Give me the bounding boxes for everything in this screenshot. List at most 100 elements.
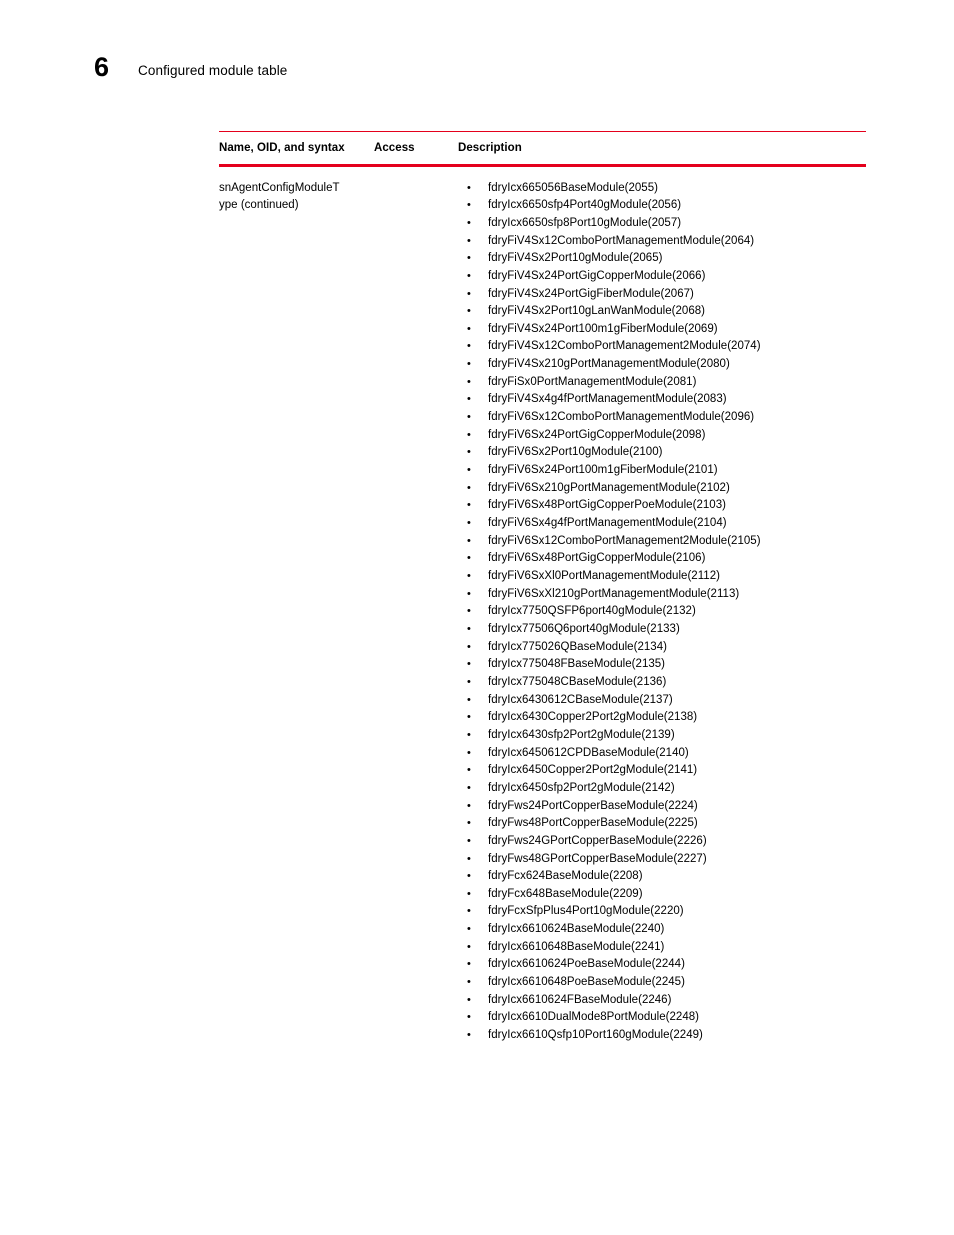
bullet-icon: •: [467, 1011, 471, 1024]
module-enum-label: fdryFws48PortCopperBaseModule(2225): [488, 817, 698, 830]
bullet-icon: •: [467, 622, 471, 635]
list-item: • fdryFiV6SxXl210gPortManagementModule(21…: [458, 586, 866, 604]
bullet-icon: •: [467, 464, 471, 477]
bullet-icon: •: [467, 499, 471, 512]
module-enum-label: fdryIcx6450sfp2Port2gModule(2142): [488, 781, 675, 794]
module-enum-label: fdryFiV6Sx12ComboPortManagement2Module(2…: [488, 534, 761, 547]
module-enum-label: fdryIcx775048FBaseModule(2135): [488, 658, 666, 671]
list-item: • fdryIcx6650sfp8Port10gModule(2057): [458, 215, 866, 233]
list-item: • fdryIcx6610624PoeBaseModule(2244): [458, 956, 866, 974]
list-item: • fdryFiV6Sx4g4fPortManagementModule(2104…: [458, 515, 866, 533]
list-item: • fdryIcx6430612CBaseModule(2137): [458, 692, 866, 710]
module-enum-label: fdryFcx624BaseModule(2208): [488, 870, 643, 883]
page-running-header: 6 Configured module table: [0, 52, 954, 92]
module-enum-label: fdryIcx6610648BaseModule(2241): [488, 940, 665, 953]
bullet-icon: •: [467, 781, 471, 794]
bullet-icon: •: [467, 481, 471, 494]
list-item: • fdryFiV4Sx210gPortManagementModule(2080…: [458, 356, 866, 374]
module-enum-label: fdryFiV4Sx24PortGigCopperModule(2066): [488, 269, 706, 282]
bullet-icon: •: [467, 570, 471, 583]
module-enum-label: fdryFiV6Sx2Port10gModule(2100): [488, 446, 663, 459]
module-enum-label: fdryFiV4Sx210gPortManagementModule(2080): [488, 358, 730, 371]
bullet-icon: •: [467, 870, 471, 883]
list-item: • fdryFcx648BaseModule(2209): [458, 886, 866, 904]
list-item: • fdryIcx6610648BaseModule(2241): [458, 939, 866, 957]
bullet-icon: •: [467, 322, 471, 335]
module-enum-label: fdryIcx6450Copper2Port2gModule(2141): [488, 764, 698, 777]
module-enum-label: fdryFiV4Sx12ComboPortManagementModule(20…: [488, 234, 755, 247]
bullet-icon: •: [467, 1029, 471, 1042]
list-item: • fdryIcx6610DualMode8PortModule(2248): [458, 1009, 866, 1027]
bullet-icon: •: [467, 993, 471, 1006]
module-enum-label: fdryFiV6Sx4g4fPortManagementModule(2104): [488, 517, 727, 530]
list-item: • fdryFiV6Sx12ComboPortManagement2Module(…: [458, 533, 866, 551]
module-enum-label: fdryIcx7750QSFP6port40gModule(2132): [488, 605, 696, 618]
list-item: • fdryFws48PortCopperBaseModule(2225): [458, 815, 866, 833]
module-enum-label: fdryFiV6Sx24Port100m1gFiberModule(2101): [488, 464, 718, 477]
chapter-number: 6: [94, 52, 109, 82]
bullet-icon: •: [467, 269, 471, 282]
module-enum-label: fdryIcx775048CBaseModule(2136): [488, 675, 667, 688]
list-item: • fdryFiV4Sx4g4fPortManagementModule(2083…: [458, 391, 866, 409]
module-enum-label: fdryFiV6SxXl210gPortManagementModule(211…: [488, 587, 740, 600]
list-item: • fdryIcx6450612CPDBaseModule(2140): [458, 745, 866, 763]
list-item: • fdryFcx624BaseModule(2208): [458, 868, 866, 886]
list-item: • fdryIcx6450sfp2Port2gModule(2142): [458, 780, 866, 798]
list-item: • fdryIcx775048CBaseModule(2136): [458, 674, 866, 692]
bullet-icon: •: [467, 817, 471, 830]
module-enum-label: fdryIcx775026QBaseModule(2134): [488, 640, 667, 653]
list-item: • fdryIcx6610Qsfp10Port160gModule(2249): [458, 1027, 866, 1045]
module-enum-label: fdryIcx6610624FBaseModule(2246): [488, 993, 672, 1006]
module-enum-label: fdryIcx665056BaseModule(2055): [488, 181, 658, 194]
bullet-icon: •: [467, 746, 471, 759]
list-item: • fdryFiV6SxXl0PortManagementModule(2112): [458, 568, 866, 586]
module-enum-label: fdryIcx6430612CBaseModule(2137): [488, 693, 673, 706]
bullet-icon: •: [467, 605, 471, 618]
list-item: • fdryIcx77506Q6port40gModule(2133): [458, 621, 866, 639]
bullet-icon: •: [467, 587, 471, 600]
module-enum-label: fdryIcx6650sfp4Port40gModule(2056): [488, 199, 682, 212]
cell-object-name: snAgentConfigModuleT ype (continued): [219, 180, 374, 1045]
column-header-access: Access: [374, 142, 415, 155]
page-title: Configured module table: [138, 63, 288, 78]
bullet-icon: •: [467, 958, 471, 971]
module-enum-label: fdryFws24GPortCopperBaseModule(2226): [488, 834, 707, 847]
bullet-icon: •: [467, 181, 471, 194]
bullet-icon: •: [467, 534, 471, 547]
table-row: snAgentConfigModuleT ype (continued) • fd…: [219, 167, 866, 1045]
bullet-icon: •: [467, 764, 471, 777]
list-item: • fdryFws48GPortCopperBaseModule(2227): [458, 851, 866, 869]
bullet-icon: •: [467, 640, 471, 653]
bullet-icon: •: [467, 852, 471, 865]
list-item: • fdryFiV4Sx2Port10gLanWanModule(2068): [458, 303, 866, 321]
bullet-icon: •: [467, 446, 471, 459]
configured-module-table: Name, OID, and syntax Access Description…: [219, 131, 866, 1045]
list-item: • fdryFiV4Sx12ComboPortManagement2Module(…: [458, 338, 866, 356]
list-item: • fdryIcx6650sfp4Port40gModule(2056): [458, 197, 866, 215]
list-item: • fdryFiV6Sx24Port100m1gFiberModule(2101): [458, 462, 866, 480]
module-enum-label: fdryFws48GPortCopperBaseModule(2227): [488, 852, 707, 865]
list-item: • fdryFws24GPortCopperBaseModule(2226): [458, 833, 866, 851]
bullet-icon: •: [467, 305, 471, 318]
bullet-icon: •: [467, 693, 471, 706]
list-item: • fdryIcx6430Copper2Port2gModule(2138): [458, 709, 866, 727]
bullet-icon: •: [467, 940, 471, 953]
list-item: • fdryFiV6Sx24PortGigCopperModule(2098): [458, 427, 866, 445]
list-item: • fdryIcx775048FBaseModule(2135): [458, 656, 866, 674]
module-enum-label: fdryIcx6430Copper2Port2gModule(2138): [488, 711, 698, 724]
module-enum-label: fdryIcx6610DualMode8PortModule(2248): [488, 1011, 700, 1024]
module-enum-label: fdryFiV6Sx48PortGigCopperPoeModule(2103): [488, 499, 726, 512]
bullet-icon: •: [467, 976, 471, 989]
bullet-icon: •: [467, 834, 471, 847]
object-name-line-1: snAgentConfigModuleT: [219, 181, 340, 194]
list-item: • fdryIcx6610648PoeBaseModule(2245): [458, 974, 866, 992]
bullet-icon: •: [467, 905, 471, 918]
bullet-icon: •: [467, 216, 471, 229]
list-item: • fdryFcxSfpPlus4Port10gModule(2220): [458, 903, 866, 921]
list-item: • fdryIcx6610624BaseModule(2240): [458, 921, 866, 939]
module-enum-label: fdryFiV6SxXl0PortManagementModule(2112): [488, 570, 720, 583]
bullet-icon: •: [467, 552, 471, 565]
module-enum-label: fdryIcx6430sfp2Port2gModule(2139): [488, 728, 675, 741]
list-item: • fdryIcx665056BaseModule(2055): [458, 180, 866, 198]
bullet-icon: •: [467, 517, 471, 530]
